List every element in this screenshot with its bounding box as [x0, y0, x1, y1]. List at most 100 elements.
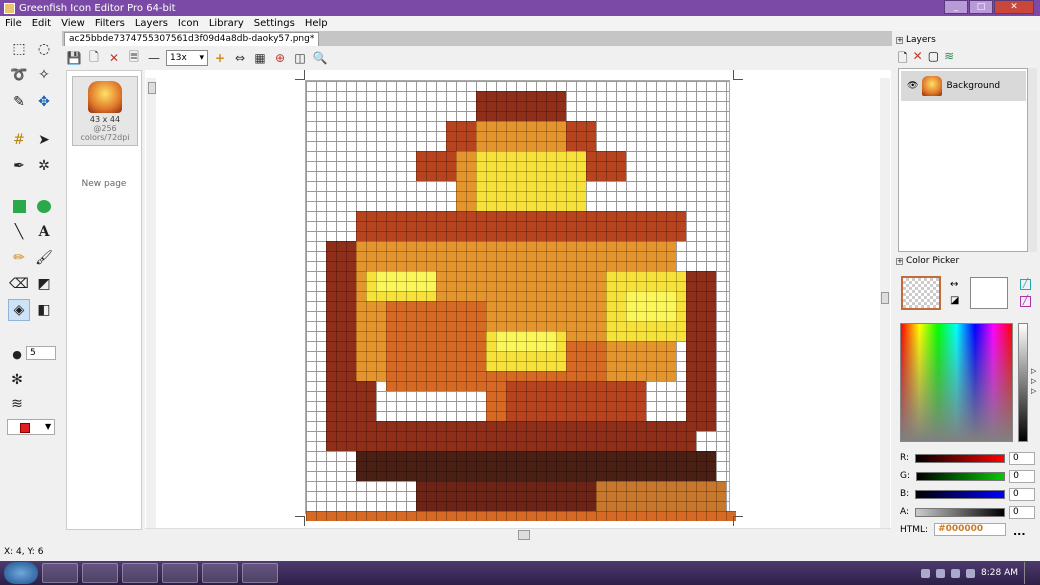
new-page-link[interactable]: New page — [67, 179, 141, 189]
transparent-icon[interactable]: ╱ — [1020, 279, 1031, 290]
ellipse-icon[interactable] — [33, 195, 55, 217]
color-replace-icon[interactable]: ◈ — [8, 299, 30, 321]
rect-select-icon[interactable]: ⬚ — [8, 38, 30, 60]
close-button[interactable]: ✕ — [994, 0, 1034, 14]
menu-library[interactable]: Library — [204, 18, 249, 29]
blue-slider[interactable] — [915, 489, 1006, 499]
properties-icon[interactable]: 🗏 — [126, 50, 142, 66]
secondary-swatch[interactable] — [970, 277, 1008, 309]
menu-file[interactable]: File — [0, 18, 27, 29]
r-value[interactable]: 0 — [1009, 451, 1035, 465]
zoom-select[interactable]: 13x ▾ — [166, 50, 208, 66]
blend-mode-icon[interactable]: ≋ — [6, 393, 28, 415]
crop-icon[interactable]: # — [8, 129, 30, 151]
pencil-icon[interactable]: ✏ — [8, 247, 30, 269]
clock[interactable]: 8:28 AM — [981, 568, 1018, 578]
taskbar-app-3[interactable] — [122, 563, 158, 583]
primary-swatch[interactable] — [901, 276, 941, 310]
menu-filters[interactable]: Filters — [90, 18, 130, 29]
rectangle-icon[interactable] — [8, 195, 30, 217]
visibility-icon[interactable]: 👁 — [907, 81, 918, 91]
zoom-in-icon[interactable]: + — [212, 50, 228, 66]
start-button[interactable] — [4, 562, 38, 584]
grid-icon[interactable]: ▦ — [252, 50, 268, 66]
layer-props-icon[interactable]: ▢ — [928, 49, 939, 70]
tray-icon[interactable] — [936, 568, 945, 578]
collapse-icon[interactable]: + — [896, 257, 903, 265]
taskbar-app-4[interactable] — [162, 563, 198, 583]
green-slider[interactable] — [916, 471, 1006, 481]
new-icon[interactable]: 🗋 — [86, 50, 102, 66]
pixel-block — [376, 271, 436, 291]
horizontal-scroll-thumb[interactable] — [518, 530, 530, 540]
text-icon[interactable]: A — [33, 221, 55, 243]
left-scroll-thumb[interactable] — [148, 82, 156, 94]
layer-row[interactable]: 👁 Background — [901, 71, 1026, 101]
color-dropdown[interactable]: ▼ — [7, 419, 55, 435]
alpha-slider[interactable] — [915, 507, 1006, 517]
swap-colors-icon[interactable]: ↔ — [950, 279, 958, 290]
spray-icon[interactable]: ✲ — [33, 155, 55, 177]
taskbar-app-1[interactable] — [42, 563, 78, 583]
pen-select-icon[interactable]: ✎ — [8, 91, 30, 113]
right-scrollbar[interactable] — [880, 78, 890, 530]
volume-icon[interactable] — [966, 568, 975, 578]
menu-view[interactable]: View — [56, 18, 90, 29]
collapse-icon[interactable]: + — [896, 36, 903, 44]
taskbar-app-2[interactable] — [82, 563, 118, 583]
html-color-input[interactable]: #000000 — [934, 523, 1007, 536]
menu-bar: File Edit View Filters Layers Icon Libra… — [0, 16, 1040, 31]
menu-help[interactable]: Help — [300, 18, 333, 29]
move-icon[interactable]: ✥ — [33, 91, 55, 113]
menu-settings[interactable]: Settings — [249, 18, 300, 29]
red-slider[interactable] — [915, 453, 1005, 463]
left-scrollbar[interactable] — [146, 78, 156, 530]
save-icon[interactable]: 💾 — [66, 50, 82, 66]
menu-edit[interactable]: Edit — [27, 18, 56, 29]
eraser-icon[interactable]: ⌫ — [8, 273, 30, 295]
line-icon[interactable]: ╲ — [8, 221, 30, 243]
delete-icon[interactable]: ✕ — [106, 50, 122, 66]
taskbar-app-5[interactable] — [202, 563, 238, 583]
fill-icon[interactable]: ◩ — [33, 273, 55, 295]
reset-colors-icon[interactable]: ◪ — [950, 295, 959, 306]
a-value[interactable]: 0 — [1009, 505, 1036, 519]
maximize-button[interactable]: □ — [969, 0, 993, 14]
brush-size-icon: ● — [12, 347, 22, 361]
tile-icon[interactable]: ◫ — [292, 50, 308, 66]
network-icon[interactable] — [951, 568, 960, 578]
pointer-icon[interactable]: ➤ — [33, 129, 55, 151]
tray-icon[interactable] — [921, 568, 930, 578]
delete-layer-icon[interactable]: ✕ — [913, 49, 923, 70]
new-layer-icon[interactable]: 🗋 — [898, 49, 908, 70]
crosshair-icon[interactable]: ⊕ — [272, 50, 288, 66]
magic-wand-icon[interactable]: ✧ — [33, 64, 55, 86]
pixel-canvas[interactable] — [305, 80, 736, 521]
more-options-button[interactable]: ... — [1013, 525, 1026, 538]
zoom-out-icon[interactable]: — — [146, 50, 162, 66]
gradient-icon[interactable]: ◧ — [33, 299, 55, 321]
lightness-bar[interactable] — [1018, 323, 1028, 442]
layers-scrollbar[interactable] — [1028, 68, 1037, 252]
page-thumbnail[interactable]: 43 x 44 @256 colors/72dpi — [72, 76, 138, 146]
b-value[interactable]: 0 — [1009, 487, 1035, 501]
menu-layers[interactable]: Layers — [130, 18, 173, 29]
g-value[interactable]: 0 — [1009, 469, 1035, 483]
right-scroll-thumb[interactable] — [881, 292, 889, 304]
lasso-icon[interactable]: ➰ — [8, 64, 30, 86]
minimize-button[interactable]: _ — [944, 0, 968, 14]
brush-icon[interactable]: 🖌 — [33, 247, 55, 269]
taskbar-app-6[interactable] — [242, 563, 278, 583]
ellipse-select-icon[interactable]: ◌ — [33, 38, 55, 60]
invert-icon[interactable]: ╱ — [1020, 296, 1031, 307]
magnifier-icon[interactable]: 🔍 — [312, 50, 328, 66]
color-spectrum[interactable] — [900, 323, 1013, 442]
document-tab[interactable]: ac25bbde7374755307561d3f09d4a8db-daoky57… — [64, 32, 320, 46]
eyedropper-icon[interactable]: ✒ — [8, 155, 30, 177]
brush-size-input[interactable]: 5 — [26, 346, 56, 360]
show-desktop-button[interactable] — [1024, 562, 1032, 584]
merge-layers-icon[interactable]: ≋ — [944, 49, 954, 70]
menu-icon[interactable]: Icon — [173, 18, 204, 29]
antialias-icon[interactable]: ✻ — [6, 369, 28, 391]
fit-icon[interactable]: ⇔ — [232, 50, 248, 66]
